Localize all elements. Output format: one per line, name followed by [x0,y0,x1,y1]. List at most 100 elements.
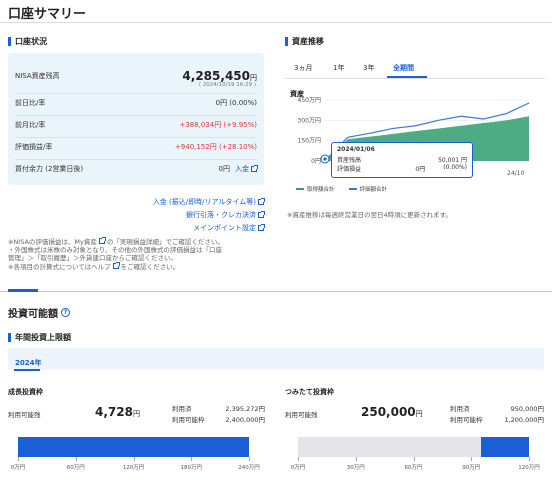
tick-mark [133,457,135,461]
tick-label: 240万円 [238,465,260,471]
nisa-date: ( 2024/10/19 16:29 ) [198,82,256,88]
tick-label: 0万円 [290,465,306,471]
year-tab-bar [8,348,544,370]
chart-tooltip: 2024/01/06 資産残高 50,001 円 評価損益 0円 (0.00%) [331,142,473,178]
tick-mark [191,457,193,461]
tick-label: 90万円 [462,465,481,471]
external-link-icon [98,237,106,244]
y-tick: 150万円 [298,138,321,145]
accent-bar [8,333,11,342]
tick-mark [355,457,357,461]
growth-usage: 利用済 2,395,272円 利用可能枠 2,400,000円 [172,405,265,424]
growth-usage-fill [18,437,249,457]
link-main-point[interactable]: メインポイント設定 [193,223,265,233]
tick-mark [471,457,473,461]
link-deposit-methods[interactable]: 入金 (振込/即時/リアルタイム等) [153,197,265,207]
tooltip-pct: (0.00%) [443,164,467,171]
y-tick: 300万円 [298,117,321,124]
tick-mark [75,457,77,461]
x-tick: 24/10 [507,170,524,177]
nisa-label: NISA資産残高 [15,72,60,80]
tick-label: 0万円 [10,465,26,471]
tsumitate-usage: 利用済 950,000円 利用可能枠 1,200,000円 [450,405,544,424]
tooltip-value: 50,001 円 [438,157,467,164]
row-label: 前月比/率 [15,120,46,129]
tab-1year[interactable]: 1年 [333,63,344,73]
page-title: 口座サマリー [8,7,87,22]
nisa-row: NISA資産残高 4,285,450円 [15,69,257,83]
accent-bar [285,37,288,46]
legend-item: 評価額合計 [348,185,387,193]
trend-section-label: 資産推移 [292,37,324,46]
tick-label: 180万円 [180,465,203,471]
external-link-icon [258,224,265,231]
account-card: NISA資産残高 4,285,450円 ( 2024/10/19 16:29 )… [8,53,264,185]
growth-remain-value: 4,728円 [95,405,140,419]
y-tick: 450万円 [298,97,321,104]
invest-title: 投資可能額? [8,305,70,320]
account-section-label: 口座状況 [15,37,47,46]
row-value: 0円 (0.00%) [215,98,257,107]
nisa-value: 4,285,450円 [182,69,257,83]
tsumitate-remain-value: 250,000円 [361,405,423,419]
y-tick: 0円 [311,158,321,165]
row-label: 前日比/率 [15,98,46,107]
invest-subtitle: 年間投資上限額 [8,332,71,343]
row-value: +388,034円 (+9.95%) [179,120,257,129]
external-link-icon [258,198,265,205]
accent-bar [8,37,11,46]
tsumitate-usage-bar [298,437,529,457]
tick-mark [18,457,19,461]
section-divider-accent [8,289,38,292]
tick-mark [413,457,415,461]
external-link-icon [112,261,120,269]
external-link-icon [251,164,258,172]
chart-legend: 取得額合計 評価額合計 [296,185,387,193]
tick-label: 120万円 [518,465,540,471]
row-label: 買付余力 (2営業日後) [15,164,84,173]
trend-footnote: ※資産推移は毎週終営業日の翌日4時頃に更新されます。 [287,211,452,219]
link-bank-debit[interactable]: 銀行引落・クレカ決済 [186,210,265,220]
tooltip-label: 評価損益 [337,166,362,173]
tab-3months[interactable]: 3ヵ月 [294,63,312,73]
tick-label: 60万円 [404,465,423,471]
tick-label: 30万円 [346,465,365,471]
tick-mark [249,457,250,461]
row-monthly: 前月比/率 +388,034円 (+9.95%) [15,115,257,133]
external-link-icon [258,211,265,218]
tsumitate-title: つみたて投資枠 [285,388,334,396]
deposit-link[interactable]: 入金 [235,164,258,174]
tick-mark [298,457,299,461]
row-buying-power: 買付余力 (2営業日後) 0円 入金 [15,159,258,177]
growth-remain-label: 利用可能残 [8,411,41,419]
tick-label: 60万円 [66,465,85,471]
growth-usage-bar [18,437,249,457]
chart-hover-dot [323,157,327,161]
row-daily: 前日比/率 0円 (0.00%) [15,93,257,111]
year-tab[interactable]: 2024年 [15,358,41,368]
trend-section-title: 資産推移 [285,36,324,47]
tabs-divider [285,78,545,79]
account-notes: ※NISAの評価損益は、My資産 の「実現損益詳細」でご確認ください。 ・外国株式… [8,237,224,271]
account-section-title: 口座状況 [8,36,47,47]
tab-all-period[interactable]: 全期間 [393,63,414,73]
row-label: 評価損益/率 [15,142,53,151]
row-profit: 評価損益/率 +940,152円 (+28.10%) [15,137,257,155]
tick-mark [529,457,530,461]
tsumitate-usage-fill [480,437,529,457]
row-value: 0円 [218,164,230,173]
year-tab-indicator [14,369,40,371]
tsumitate-remain-label: 利用可能残 [285,411,318,419]
row-value: +940,152円 (+28.10%) [174,142,257,151]
legend-item: 取得額合計 [296,185,335,193]
growth-title: 成長投資枠 [8,388,43,396]
tooltip-date: 2024/01/06 [337,146,375,153]
legend-swatch [348,188,357,190]
tab-3years[interactable]: 3年 [363,63,374,73]
section-divider [0,291,552,292]
tick-label: 120万円 [122,465,145,471]
tooltip-label: 資産残高 [337,157,362,164]
legend-swatch [296,188,304,190]
help-icon[interactable]: ? [61,308,70,317]
title-divider [0,22,552,23]
